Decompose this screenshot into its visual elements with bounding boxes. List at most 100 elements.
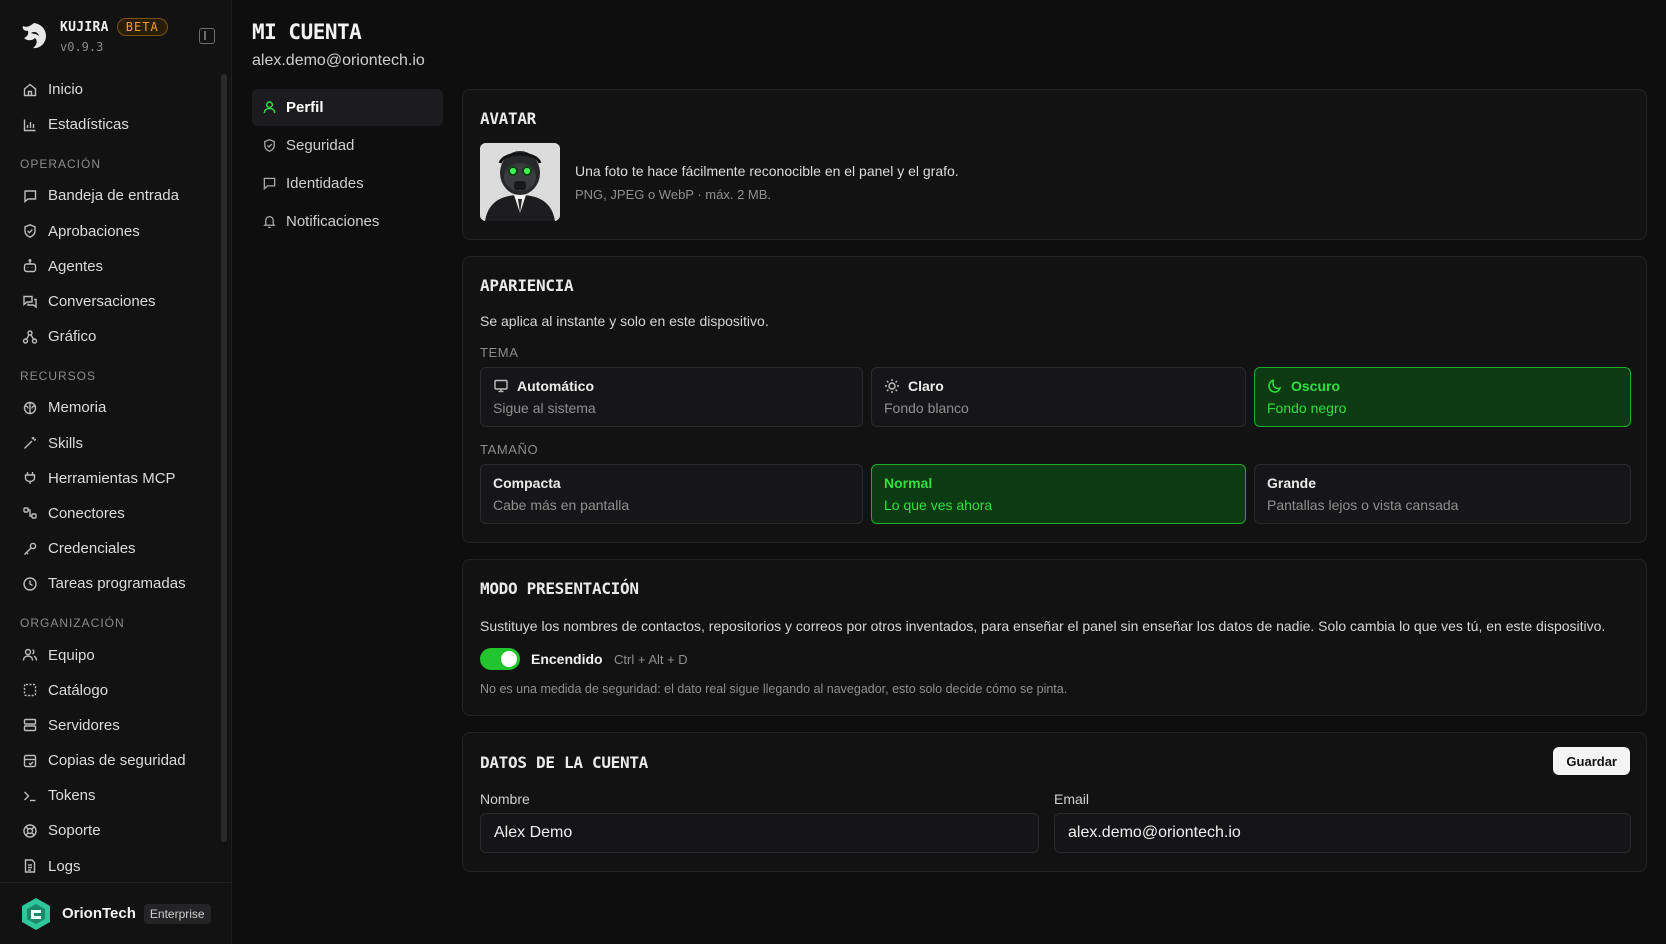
org-name: OrionTech (62, 905, 136, 922)
sidebar-item-label: Soporte (48, 822, 101, 840)
avatar-image[interactable] (480, 143, 560, 221)
theme-option-oscuro[interactable]: Oscuro Fondo negro (1254, 367, 1631, 427)
sidebar-item-servidores[interactable]: Servidores (10, 708, 221, 743)
moon-icon (1268, 379, 1282, 393)
sidebar-item-catalogo[interactable]: Catálogo (10, 673, 221, 708)
sidebar-nav: Inicio Estadísticas OPERACIÓN Bandeja de… (0, 72, 231, 882)
org-plan-badge: Enterprise (143, 903, 211, 924)
sidebar-item-label: Estadísticas (48, 116, 129, 134)
bot-icon (23, 259, 37, 273)
sidebar: KUJIRA BETA v0.9.3 Inicio Estadísticas O… (0, 0, 232, 944)
size-option-normal[interactable]: Normal Lo que ves ahora (871, 464, 1246, 524)
sidebar-item-label: Aprobaciones (48, 222, 140, 240)
size-option-title: Compacta (493, 475, 561, 491)
sidebar-item-tareas[interactable]: Tareas programadas (10, 566, 221, 601)
sidebar-item-mcp[interactable]: Herramientas MCP (10, 461, 221, 496)
account-card-title: DATOS DE LA CUENTA (480, 753, 648, 772)
sidebar-item-label: Bandeja de entrada (48, 187, 179, 205)
email-label: Email (1054, 791, 1090, 807)
theme-option-claro[interactable]: Claro Fondo blanco (871, 367, 1246, 427)
org-switcher[interactable]: OrionTech Enterprise (0, 882, 231, 944)
presentation-card-title: MODO PRESENTACIÓN (480, 579, 639, 598)
subnav-item-seguridad[interactable]: Seguridad (252, 127, 443, 164)
inbox-icon (24, 190, 37, 203)
user-icon (263, 101, 276, 114)
subnav-item-notificaciones[interactable]: Notificaciones (252, 203, 443, 240)
sidebar-collapse-icon[interactable] (199, 28, 215, 44)
sidebar-item-bandeja[interactable]: Bandeja de entrada (10, 178, 221, 213)
sidebar-item-label: Conversaciones (48, 293, 156, 311)
size-option-compacta[interactable]: Compacta Cabe más en pantalla (480, 464, 863, 524)
server-icon (23, 719, 37, 732)
sidebar-item-label: Equipo (48, 646, 95, 664)
size-option-desc: Cabe más en pantalla (493, 497, 630, 513)
theme-option-desc: Sigue al sistema (493, 400, 596, 416)
home-icon (23, 83, 37, 96)
sidebar-item-label: Servidores (48, 716, 120, 734)
sidebar-item-tokens[interactable]: Tokens (10, 778, 221, 813)
sidebar-item-label: Logs (48, 857, 81, 875)
appearance-card-title: APARIENCIA (480, 276, 574, 295)
subnav-item-identidades[interactable]: Identidades (252, 165, 443, 202)
appearance-card: APARIENCIA Se aplica al instante y solo … (462, 256, 1647, 543)
presentation-card: MODO PRESENTACIÓN Sustituye los nombres … (462, 559, 1647, 716)
avatar-card: AVATAR Una foto te hace fácilmente recon… (462, 89, 1647, 240)
sidebar-item-estadisticas[interactable]: Estadísticas (10, 107, 221, 142)
presentation-note: No es una medida de seguridad: el dato r… (480, 682, 1068, 696)
sidebar-item-inicio[interactable]: Inicio (10, 72, 221, 107)
presentation-shortcut: Ctrl + Alt + D (614, 652, 688, 667)
sidebar-item-grafico[interactable]: Gráfico (10, 319, 221, 354)
sidebar-item-label: Inicio (48, 81, 84, 99)
sidebar-item-equipo[interactable]: Equipo (10, 637, 221, 672)
section-operacion: OPERACIÓN (20, 157, 102, 172)
sidebar-item-agentes[interactable]: Agentes (10, 249, 221, 284)
clock-icon (23, 577, 37, 591)
backup-icon (23, 754, 37, 767)
size-label: TAMAÑO (480, 442, 539, 457)
wand-icon (24, 437, 37, 450)
subnav-item-perfil[interactable]: Perfil (252, 89, 443, 126)
main-content: MI CUENTA alex.demo@oriontech.io Perfil … (232, 0, 1666, 944)
message-square-icon (263, 177, 276, 191)
sidebar-item-memoria[interactable]: Memoria (10, 390, 221, 425)
sidebar-item-conversaciones[interactable]: Conversaciones (10, 284, 221, 319)
sidebar-item-label: Credenciales (48, 540, 136, 558)
size-option-grande[interactable]: Grande Pantallas lejos o vista cansada (1254, 464, 1631, 524)
theme-label: TEMA (480, 345, 519, 360)
section-recursos: RECURSOS (20, 369, 97, 384)
brand-name: KUJIRA (60, 19, 109, 35)
key-icon (24, 542, 37, 555)
plug-icon (24, 472, 36, 485)
sidebar-item-soporte[interactable]: Soporte (10, 813, 221, 848)
sidebar-item-skills[interactable]: Skills (10, 426, 221, 461)
lifebuoy-icon (23, 824, 37, 838)
presentation-toggle[interactable] (480, 648, 520, 670)
kujira-logo-icon[interactable] (18, 20, 50, 52)
sidebar-item-label: Catálogo (48, 681, 109, 699)
sidebar-item-aprobaciones[interactable]: Aprobaciones (10, 214, 221, 249)
sidebar-item-label: Skills (48, 434, 84, 452)
save-button[interactable]: Guardar (1553, 747, 1630, 775)
email-field[interactable]: alex.demo@oriontech.io (1054, 813, 1631, 853)
catalog-icon (23, 684, 37, 697)
account-subnav: Perfil Seguridad Identidades Notificacio… (252, 89, 443, 241)
size-option-title: Grande (1267, 475, 1317, 491)
sidebar-item-conectores[interactable]: Conectores (10, 496, 221, 531)
sidebar-item-credenciales[interactable]: Credenciales (10, 531, 221, 566)
oriontech-logo-icon (22, 897, 50, 930)
sidebar-item-copias[interactable]: Copias de seguridad (10, 743, 221, 778)
page-subtitle: alex.demo@oriontech.io (252, 52, 425, 69)
sidebar-item-label: Gráfico (48, 328, 97, 346)
presentation-description: Sustituye los nombres de contactos, repo… (480, 618, 1606, 634)
sidebar-item-logs[interactable]: Logs (10, 849, 221, 884)
theme-option-desc: Fondo blanco (884, 400, 969, 416)
size-option-desc: Lo que ves ahora (884, 497, 993, 513)
brand: KUJIRA BETA v0.9.3 (0, 0, 231, 72)
sidebar-item-label: Memoria (48, 399, 107, 417)
name-label: Nombre (480, 791, 530, 807)
name-field[interactable]: Alex Demo (480, 813, 1039, 853)
theme-option-automatico[interactable]: Automático Sigue al sistema (480, 367, 863, 427)
monitor-icon (494, 379, 508, 393)
sidebar-item-label: Agentes (48, 257, 104, 275)
sun-icon (885, 379, 899, 393)
